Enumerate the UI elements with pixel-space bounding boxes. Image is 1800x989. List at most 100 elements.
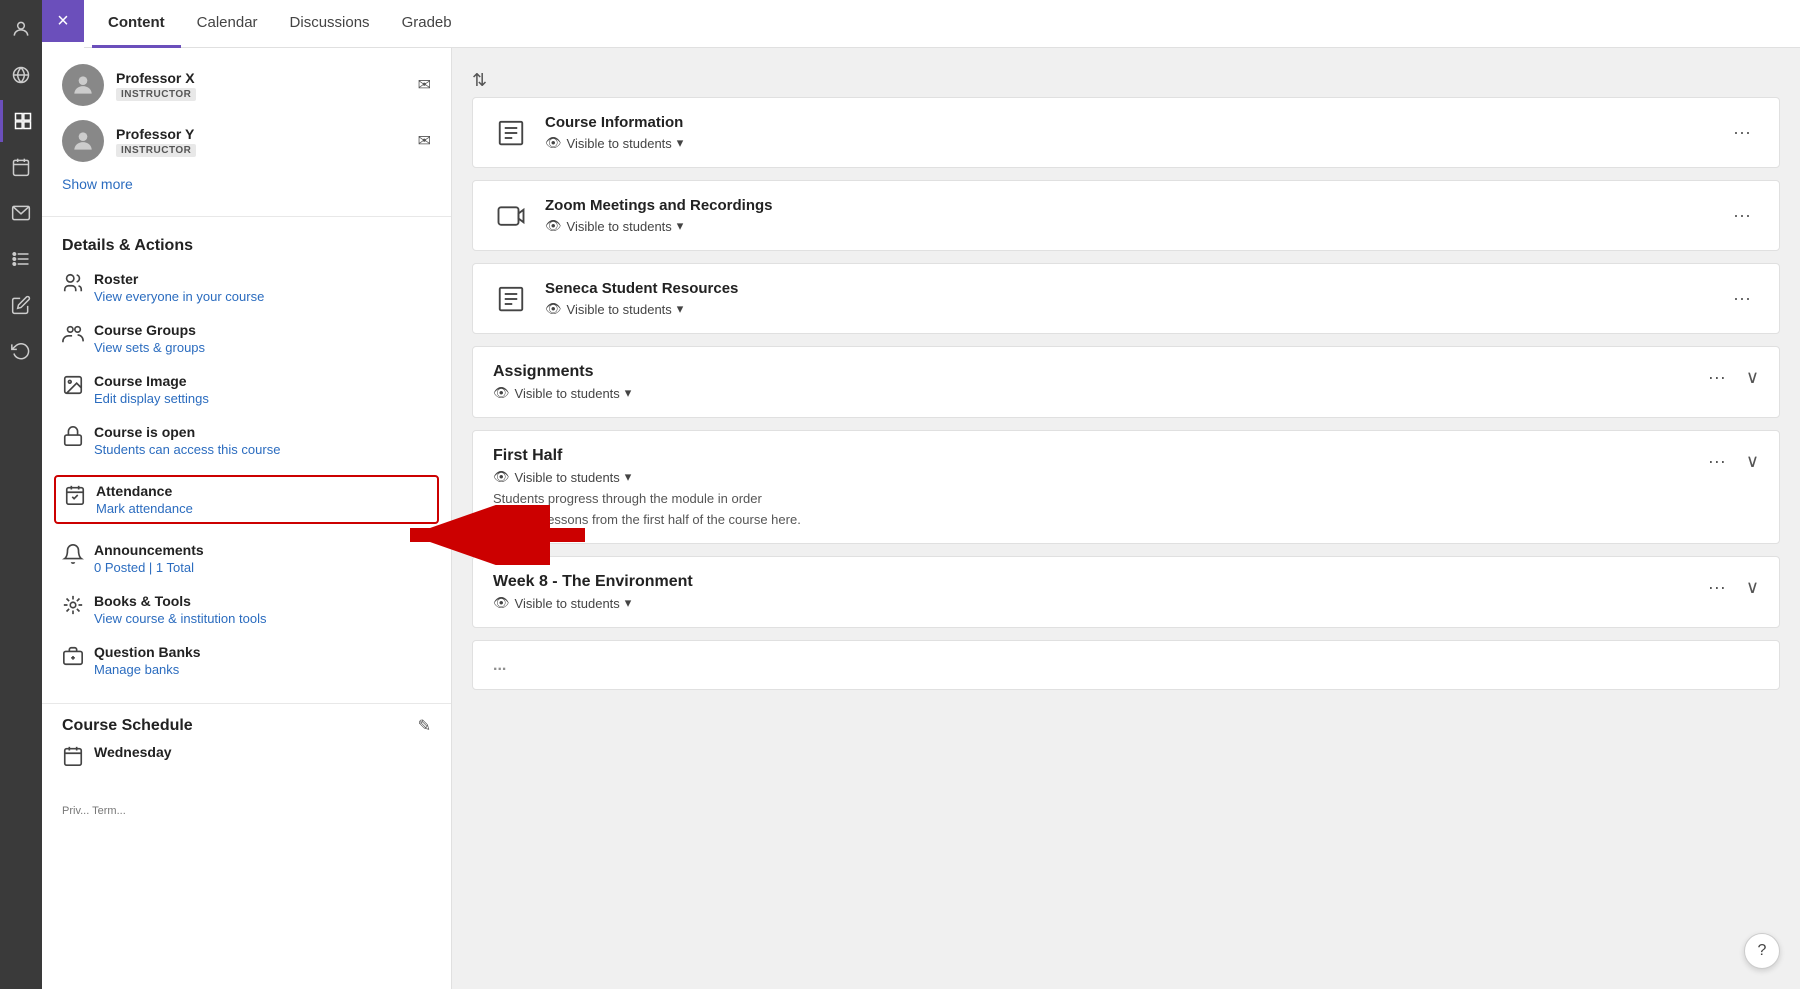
zoom-visibility-text: Visible to students xyxy=(567,219,672,234)
first-half-subdesc: Find our lessons from the first half of … xyxy=(493,512,1700,527)
announcements-icon xyxy=(62,543,84,565)
banks-label: Question Banks xyxy=(94,644,201,660)
banks-icon xyxy=(62,645,84,667)
dropdown-arrow-2: ▾ xyxy=(677,301,684,317)
sidebar-icon-grid[interactable] xyxy=(0,100,42,142)
detail-image: Course Image Edit display settings xyxy=(62,373,431,406)
eye-icon-first-half: 👁 xyxy=(493,469,510,485)
mail-button-x[interactable]: ✉ xyxy=(418,75,431,95)
assignments-visibility[interactable]: 👁 Visible to students ▾ xyxy=(493,385,1700,401)
detail-attendance: Attendance Mark attendance xyxy=(54,475,439,524)
first-half-title: First Half xyxy=(493,447,1700,465)
eye-icon-week8: 👁 xyxy=(493,595,510,611)
sidebar-icon-mail[interactable] xyxy=(0,192,42,234)
avatar-professor-x xyxy=(62,64,104,106)
open-link[interactable]: Students can access this course xyxy=(94,442,280,457)
seneca-more-button[interactable]: ··· xyxy=(1725,284,1759,313)
section-first-half: First Half 👁 Visible to students ▾ Stude… xyxy=(472,430,1780,544)
close-button[interactable]: × xyxy=(42,0,84,42)
zoom-more-button[interactable]: ··· xyxy=(1725,201,1759,230)
eye-icon-assignments: 👁 xyxy=(493,385,510,401)
course-info-more-button[interactable]: ··· xyxy=(1725,118,1759,147)
groups-link[interactable]: View sets & groups xyxy=(94,340,205,355)
detail-groups: Course Groups View sets & groups xyxy=(62,322,431,355)
attendance-label: Attendance xyxy=(96,483,193,499)
zoom-visibility[interactable]: 👁 Visible to students ▾ xyxy=(545,218,1709,234)
mail-button-y[interactable]: ✉ xyxy=(418,131,431,151)
help-button[interactable]: ? xyxy=(1744,933,1780,969)
schedule-day-icon xyxy=(62,745,84,767)
content-item-course-info: Course Information 👁 Visible to students… xyxy=(472,97,1780,168)
schedule-day-item: Wednesday xyxy=(62,744,431,767)
schedule-edit-icon[interactable]: ✎ xyxy=(418,716,431,736)
sidebar-icon-refresh[interactable] xyxy=(0,330,42,372)
first-half-visibility[interactable]: 👁 Visible to students ▾ xyxy=(493,469,1700,485)
detail-announcements: Announcements 0 Posted | 1 Total xyxy=(62,542,431,575)
schedule-title: Course Schedule xyxy=(62,717,193,735)
roster-label: Roster xyxy=(94,271,264,287)
week8-expand-button[interactable]: ∨ xyxy=(1746,577,1759,598)
assignments-visibility-text: Visible to students xyxy=(515,386,620,401)
roster-link[interactable]: View everyone in your course xyxy=(94,289,264,304)
tab-calendar[interactable]: Calendar xyxy=(181,0,274,48)
banks-link[interactable]: Manage banks xyxy=(94,662,201,677)
content-area: ⇅ Course Information 👁 Visible to studen… xyxy=(452,48,1800,989)
attendance-link[interactable]: Mark attendance xyxy=(96,501,193,516)
detail-banks: Question Banks Manage banks xyxy=(62,644,431,677)
books-icon xyxy=(62,594,84,616)
groups-label: Course Groups xyxy=(94,322,205,338)
sidebar-icon-list[interactable] xyxy=(0,238,42,280)
seneca-visibility-text: Visible to students xyxy=(567,302,672,317)
section-week8: Week 8 - The Environment 👁 Visible to st… xyxy=(472,556,1780,628)
books-link[interactable]: View course & institution tools xyxy=(94,611,266,626)
instructor-role-y: INSTRUCTOR xyxy=(116,144,196,157)
instructor-name-x: Professor X xyxy=(116,70,196,86)
instructor-item-x: Professor X INSTRUCTOR ✉ xyxy=(62,64,431,106)
zoom-title: Zoom Meetings and Recordings xyxy=(545,197,1709,214)
week8-visibility-text: Visible to students xyxy=(515,596,620,611)
detail-roster: Roster View everyone in your course xyxy=(62,271,431,304)
privacy-text: Priv... Term... xyxy=(42,797,451,825)
section-partial: ... xyxy=(472,640,1780,690)
tab-discussions[interactable]: Discussions xyxy=(274,0,386,48)
course-info-visibility[interactable]: 👁 Visible to students ▾ xyxy=(545,135,1709,151)
eye-icon-2: 👁 xyxy=(545,301,562,317)
sidebar-icon-calendar[interactable] xyxy=(0,146,42,188)
sort-area: ⇅ xyxy=(452,60,1800,97)
week8-visibility[interactable]: 👁 Visible to students ▾ xyxy=(493,595,1700,611)
instructor-name-y: Professor Y xyxy=(116,126,196,142)
lock-icon xyxy=(62,425,84,447)
help-icon: ? xyxy=(1758,942,1767,960)
week8-more-button[interactable]: ··· xyxy=(1700,573,1734,602)
section-assignments: Assignments 👁 Visible to students ▾ ··· … xyxy=(472,346,1780,418)
main-content-wrapper: ⇅ Course Information 👁 Visible to studen… xyxy=(452,0,1800,989)
books-label: Books & Tools xyxy=(94,593,266,609)
assignments-expand-button[interactable]: ∨ xyxy=(1746,367,1759,388)
first-half-more-button[interactable]: ··· xyxy=(1700,447,1734,476)
partial-title: ... xyxy=(493,657,1759,675)
schedule-section: Course Schedule ✎ Wednesday xyxy=(42,703,451,797)
announcements-link[interactable]: 0 Posted | 1 Total xyxy=(94,560,204,575)
sidebar-icon-person[interactable] xyxy=(0,8,42,50)
course-info-title: Course Information xyxy=(545,114,1709,131)
course-info-icon xyxy=(493,115,529,151)
tab-content[interactable]: Content xyxy=(92,0,181,48)
first-half-expand-button[interactable]: ∨ xyxy=(1746,451,1759,472)
image-link[interactable]: Edit display settings xyxy=(94,391,209,406)
assignments-more-button[interactable]: ··· xyxy=(1700,363,1734,392)
eye-icon-1: 👁 xyxy=(545,218,562,234)
roster-icon xyxy=(62,272,84,294)
sidebar-icon-edit[interactable] xyxy=(0,284,42,326)
seneca-visibility[interactable]: 👁 Visible to students ▾ xyxy=(545,301,1709,317)
seneca-title: Seneca Student Resources xyxy=(545,280,1709,297)
details-section: Details & Actions Roster View everyone i… xyxy=(42,216,451,703)
seneca-icon xyxy=(493,281,529,317)
icon-sidebar xyxy=(0,0,42,989)
show-more-link[interactable]: Show more xyxy=(62,176,431,192)
instructor-item-y: Professor Y INSTRUCTOR ✉ xyxy=(62,120,431,162)
week8-title: Week 8 - The Environment xyxy=(493,573,1700,591)
groups-icon xyxy=(62,323,84,345)
sidebar-icon-globe[interactable] xyxy=(0,54,42,96)
dropdown-arrow-1: ▾ xyxy=(677,218,684,234)
sort-icon[interactable]: ⇅ xyxy=(472,70,487,91)
